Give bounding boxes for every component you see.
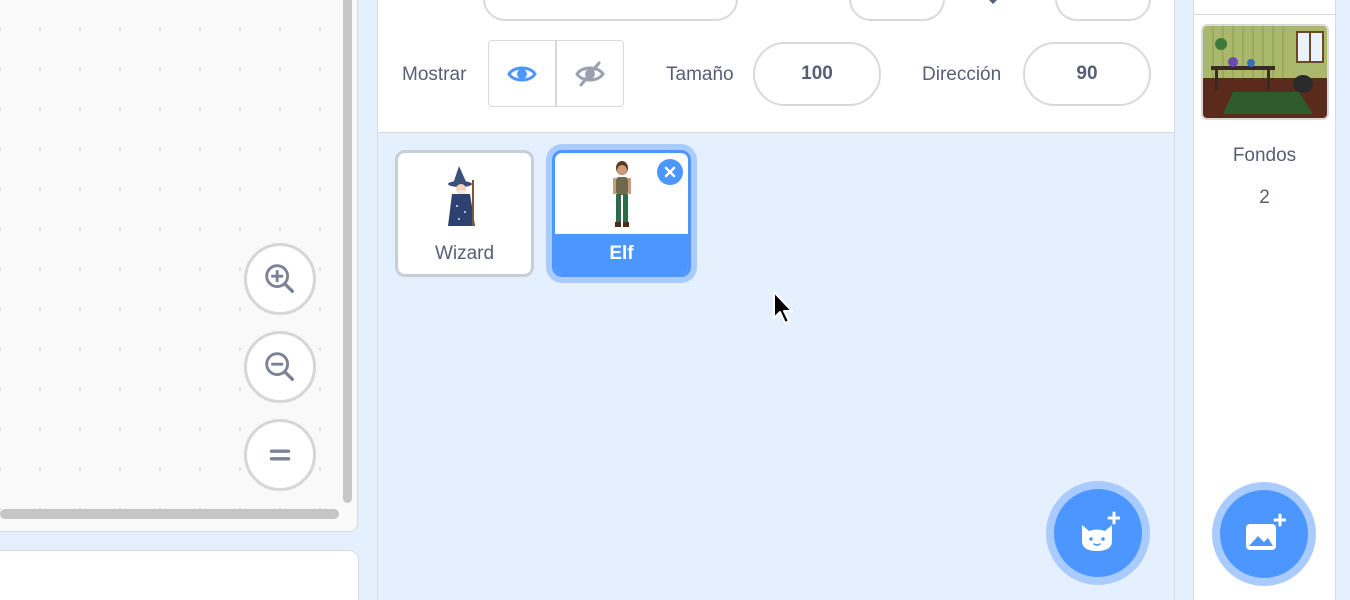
- add-backdrop-button[interactable]: [1212, 482, 1316, 586]
- code-workspace[interactable]: [0, 0, 358, 532]
- zoom-out-button[interactable]: [244, 331, 316, 403]
- sprite-info-pane: Mostrar Tamaño 100 Dirección 90: [377, 0, 1175, 133]
- sprite-tile-elf[interactable]: Elf: [552, 150, 691, 277]
- stage-pane: Fondos 2: [1193, 0, 1336, 600]
- y-arrow-icon: [989, 0, 997, 4]
- close-icon: [664, 166, 676, 178]
- eye-slash-icon: [575, 61, 605, 86]
- delete-sprite-button[interactable]: [657, 159, 683, 185]
- show-label: Mostrar: [402, 64, 467, 85]
- backdrops-count: 2: [1259, 187, 1270, 208]
- y-position-field[interactable]: [1055, 0, 1151, 21]
- size-input[interactable]: 100: [753, 42, 881, 106]
- backdrop-image: [1203, 26, 1327, 118]
- image-plus-icon: [1246, 513, 1286, 550]
- horizontal-scrollbar[interactable]: [0, 509, 339, 519]
- sprite-name-field[interactable]: [483, 0, 738, 21]
- zoom-reset-button[interactable]: [244, 419, 316, 491]
- add-sprite-button[interactable]: [1046, 481, 1150, 585]
- wizard-sprite-image: [447, 166, 475, 226]
- sprite-list: Wizard Elf: [377, 133, 1175, 600]
- backdrops-label: Fondos: [1232, 145, 1297, 166]
- sprite-tile-wizard[interactable]: Wizard: [395, 150, 534, 277]
- x-position-field[interactable]: [849, 0, 945, 21]
- hide-sprite-button[interactable]: [555, 41, 623, 106]
- show-sprite-button[interactable]: [489, 41, 555, 106]
- sprite-thumbnail: [398, 153, 531, 237]
- vertical-scrollbar[interactable]: [343, 0, 352, 503]
- backdrop-thumbnail[interactable]: [1201, 24, 1329, 120]
- direction-input[interactable]: 90: [1023, 42, 1151, 106]
- sprite-name: Wizard: [434, 243, 495, 264]
- visibility-toggle: [488, 40, 624, 107]
- sprite-name: Elf: [555, 234, 688, 274]
- zoom-in-button[interactable]: [244, 243, 316, 315]
- elf-sprite-image: [612, 161, 631, 227]
- size-label: Tamaño: [666, 64, 734, 85]
- code-area-footer: [0, 550, 359, 600]
- direction-label: Dirección: [922, 64, 1002, 85]
- cat-plus-icon: [1082, 511, 1120, 551]
- mouse-cursor-icon: [773, 291, 793, 324]
- zoom-in-icon: [265, 264, 295, 294]
- eye-icon: [507, 66, 537, 81]
- zoom-out-icon: [265, 352, 295, 382]
- zoom-reset-icon: [269, 449, 291, 461]
